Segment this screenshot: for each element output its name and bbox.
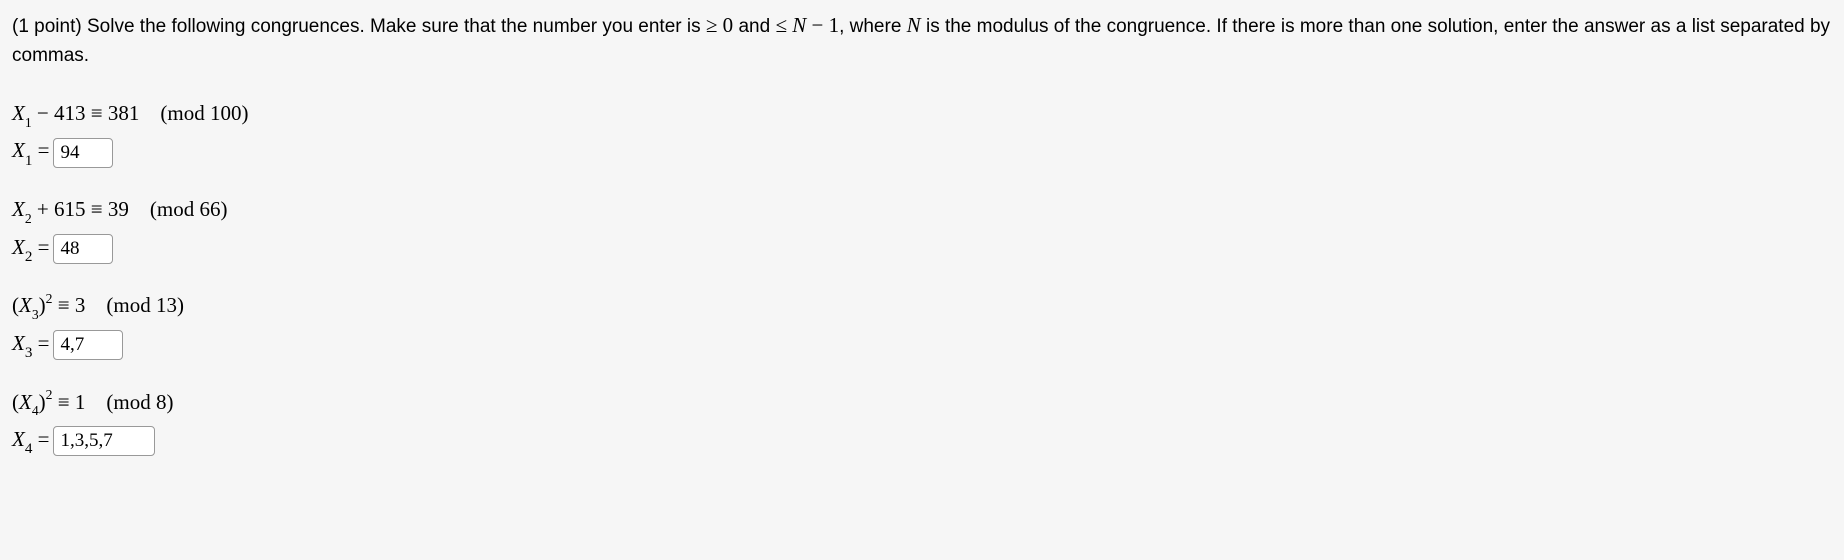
- answer-line-1: X1 =: [12, 135, 1832, 170]
- variable-x1: X: [12, 101, 25, 125]
- minus-one: − 1: [806, 13, 839, 37]
- answer-input-4[interactable]: [53, 426, 155, 456]
- answer-var-x3: X: [12, 331, 25, 355]
- subscript-2: 2: [25, 211, 32, 226]
- answer-line-2: X2 =: [12, 232, 1832, 267]
- expr-4: ≡ 1: [53, 390, 86, 414]
- expr-1: − 413 ≡ 381: [32, 101, 140, 125]
- answer-sub-4: 4: [25, 441, 33, 457]
- variable-x2: X: [12, 197, 25, 221]
- problem-4: (X4)2 ≡ 1 (mod 8) X4 =: [12, 387, 1832, 459]
- expr-2: + 615 ≡ 39: [32, 197, 129, 221]
- mod-1: (mod 100): [145, 101, 249, 125]
- answer-input-3[interactable]: [53, 330, 123, 360]
- superscript-4: 2: [46, 387, 53, 402]
- answer-sub-3: 3: [25, 345, 33, 361]
- instructions-prefix: (1 point) Solve the following congruence…: [12, 16, 706, 37]
- subscript-1: 1: [25, 115, 32, 130]
- variable-x4: X: [19, 390, 32, 414]
- congruence-2: X2 + 615 ≡ 39 (mod 66): [12, 194, 1832, 227]
- n-variable: N: [792, 13, 806, 37]
- problem-2: X2 + 615 ≡ 39 (mod 66) X2 =: [12, 194, 1832, 266]
- problem-3: (X3)2 ≡ 3 (mod 13) X3 =: [12, 290, 1832, 362]
- answer-input-2[interactable]: [53, 234, 113, 264]
- mod-2: (mod 66): [134, 197, 227, 221]
- answer-line-4: X4 =: [12, 424, 1832, 459]
- answer-var-x2: X: [12, 235, 25, 259]
- paren-close-3: ): [39, 293, 46, 317]
- equals-4: =: [32, 427, 49, 451]
- congruence-3: (X3)2 ≡ 3 (mod 13): [12, 290, 1832, 323]
- expr-3: ≡ 3: [53, 293, 86, 317]
- answer-sub-1: 1: [25, 153, 33, 169]
- answer-sub-2: 2: [25, 249, 33, 265]
- mod-3: (mod 13): [91, 293, 184, 317]
- congruence-4: (X4)2 ≡ 1 (mod 8): [12, 387, 1832, 420]
- equals-3: =: [32, 331, 49, 355]
- subscript-3: 3: [32, 307, 39, 322]
- n-variable-2: N: [907, 13, 921, 37]
- answer-line-3: X3 =: [12, 328, 1832, 363]
- instructions-and: and: [733, 16, 775, 37]
- answer-var-x1: X: [12, 138, 25, 162]
- equals-2: =: [32, 235, 49, 259]
- cond-leq: ≤: [775, 13, 792, 37]
- problem-1: X1 − 413 ≡ 381 (mod 100) X1 =: [12, 98, 1832, 170]
- paren-open-3: (: [12, 293, 19, 317]
- congruence-1: X1 − 413 ≡ 381 (mod 100): [12, 98, 1832, 131]
- answer-var-x4: X: [12, 427, 25, 451]
- superscript-3: 2: [46, 291, 53, 306]
- mod-4: (mod 8): [91, 390, 174, 414]
- equals-1: =: [32, 138, 49, 162]
- paren-close-4: ): [39, 390, 46, 414]
- answer-input-1[interactable]: [53, 138, 113, 168]
- paren-open-4: (: [12, 390, 19, 414]
- subscript-4: 4: [32, 403, 39, 418]
- cond-geq-zero: ≥ 0: [706, 13, 733, 37]
- variable-x3: X: [19, 293, 32, 317]
- instructions-mid: , where: [839, 16, 907, 37]
- problem-instructions: (1 point) Solve the following congruence…: [12, 10, 1832, 70]
